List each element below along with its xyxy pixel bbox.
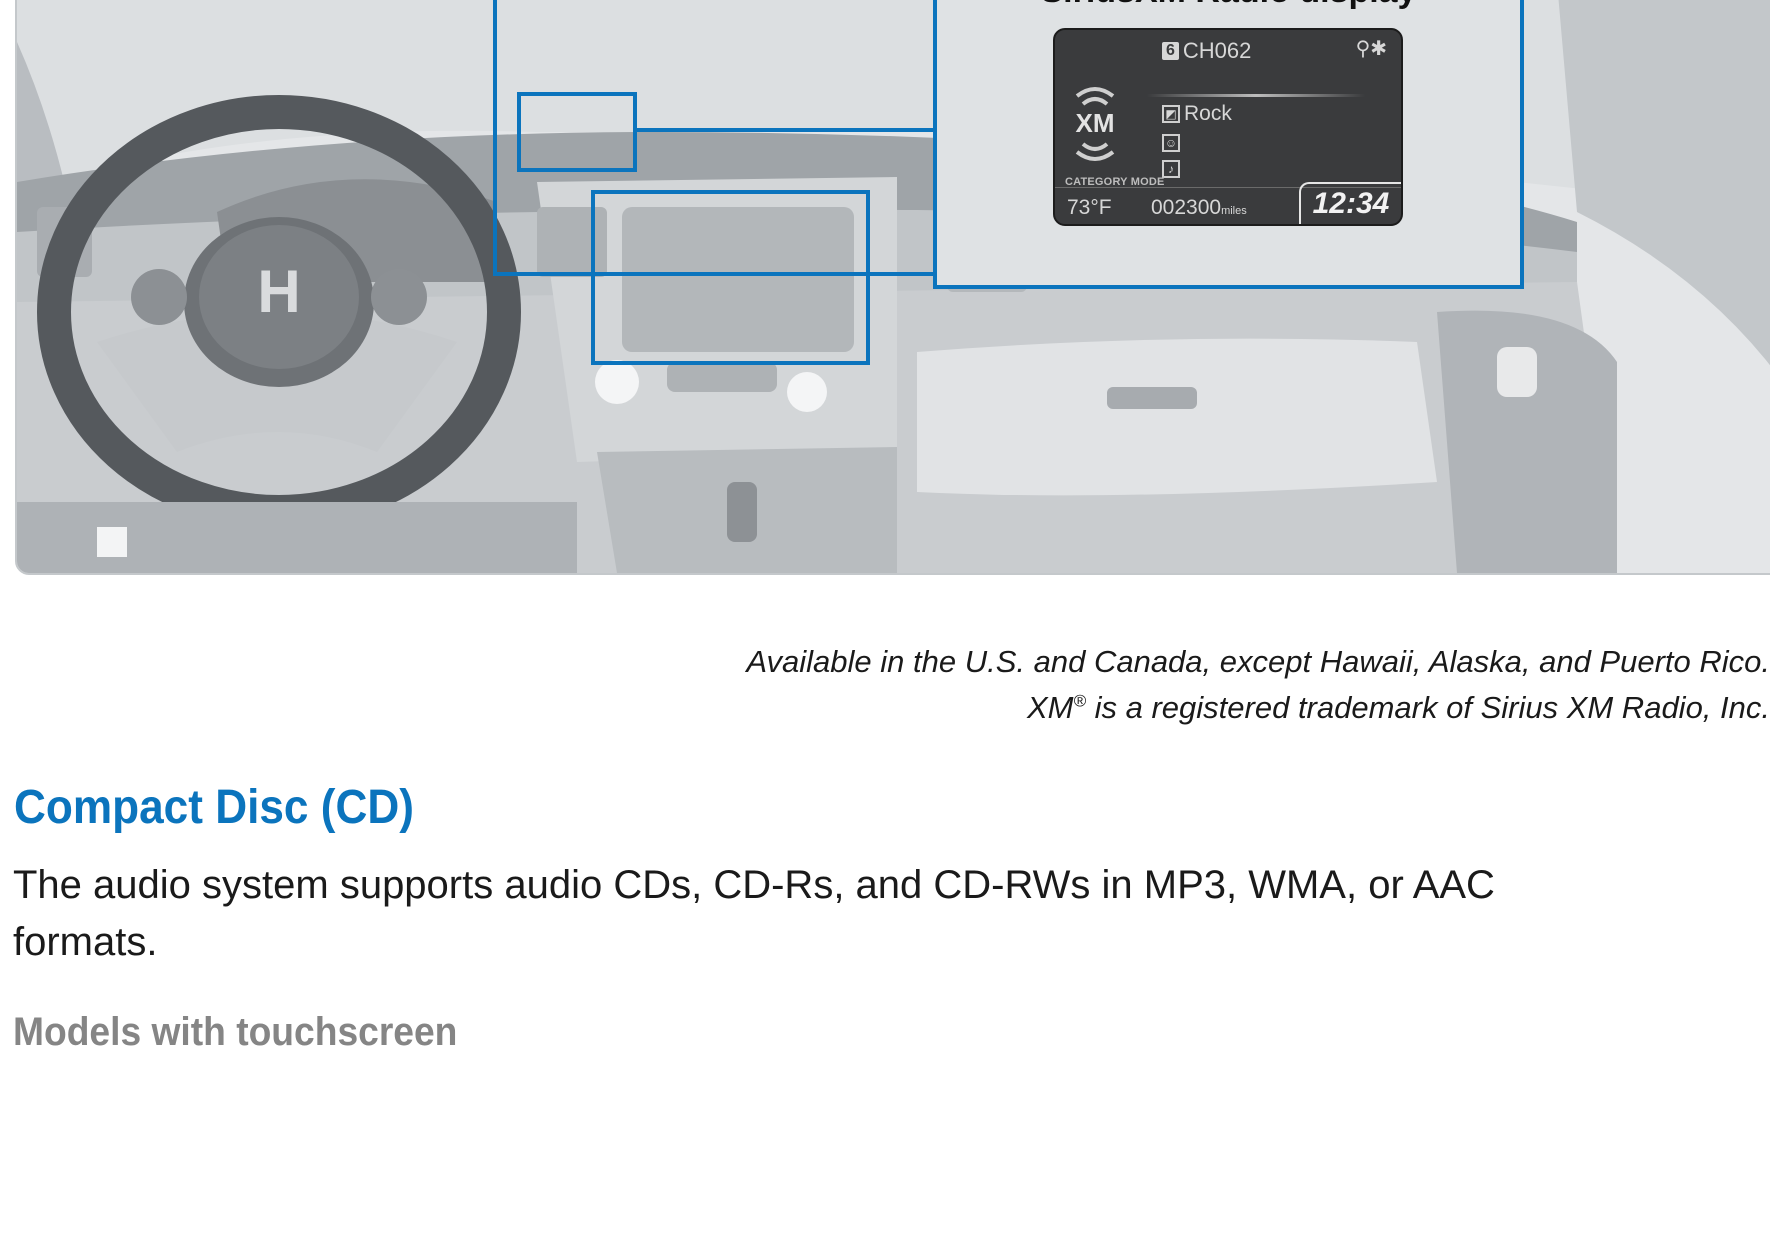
odometer-value: 002300 (1151, 196, 1222, 219)
xm-logo-text: XM (1076, 108, 1115, 138)
touchscreen-callout (591, 190, 870, 365)
svg-text:H: H (257, 258, 300, 325)
siriusxm-display-callout: SiriusXM Radio display 6 CH062 ⚲✱ XM ◩ R… (933, 0, 1524, 289)
trademark-suffix: is a registered trademark of Sirius XM R… (1086, 690, 1770, 725)
callout-connector (637, 128, 935, 132)
trademark-note: XM® is a registered trademark of Sirius … (0, 690, 1770, 726)
trademark-prefix: XM (1026, 690, 1074, 725)
xm-logo-icon: XM (1076, 87, 1115, 161)
section-title: Compact Disc (CD) (14, 781, 414, 834)
odometer-unit: miles (1221, 205, 1247, 217)
genre-label: Rock (1184, 102, 1232, 125)
availability-note: Available in the U.S. and Canada, except… (746, 644, 1770, 679)
song-icon: ♪ (1162, 160, 1180, 178)
channel-number: CH062 (1182, 38, 1252, 63)
outside-temperature: 73°F (1067, 196, 1112, 219)
artist-icon: ☺ (1162, 134, 1180, 152)
display-divider (1147, 94, 1365, 97)
usb-bluetooth-icons: ⚲✱ (1356, 36, 1387, 61)
usb-icon: ⚲ (1355, 38, 1371, 60)
genre-row: ◩ Rock (1162, 102, 1232, 126)
genre-icon: ◩ (1162, 105, 1180, 123)
preset-channel: 6 CH062 (1162, 38, 1251, 64)
callout-title: SiriusXM Radio display (937, 0, 1520, 11)
dashboard-illustration: H SiriusXM Radio display 6 CH062 ⚲✱ (15, 0, 1770, 575)
odometer: 002300miles (1151, 196, 1247, 220)
registered-mark: ® (1073, 691, 1087, 711)
section-body: The audio system supports audio CDs, CD-… (13, 863, 1495, 964)
preset-number: 6 (1162, 42, 1179, 60)
info-display-callout (517, 92, 637, 172)
clock: 12:34 (1299, 182, 1401, 224)
bluetooth-icon: ✱ (1370, 38, 1387, 60)
subsection-title: Models with touchscreen (13, 1010, 458, 1054)
siriusxm-display: 6 CH062 ⚲✱ XM ◩ Rock ☺ ♪ CATEGORY MODE 7… (1053, 28, 1403, 226)
